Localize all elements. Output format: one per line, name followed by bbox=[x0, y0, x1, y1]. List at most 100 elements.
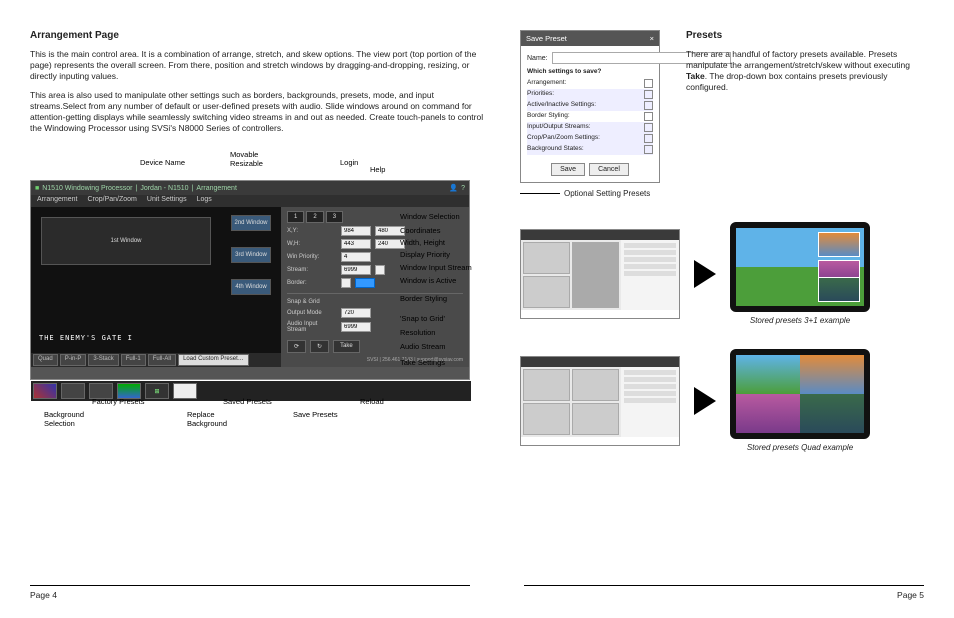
preset-result-1: Stored presets 3+1 example bbox=[730, 222, 870, 325]
callout-coordinates: Coordinates bbox=[400, 226, 440, 235]
callout-saved-presets: Saved Presets bbox=[223, 397, 272, 406]
callout-window-selection: Window Selection bbox=[400, 212, 460, 221]
help-icon[interactable]: ? bbox=[461, 185, 465, 192]
preset-quad[interactable]: Quad bbox=[33, 354, 58, 366]
border-color-swatch[interactable] bbox=[355, 278, 375, 288]
callout-audio-stream: Audio Stream bbox=[400, 342, 445, 351]
window-4[interactable]: 4th Window bbox=[231, 279, 271, 295]
callout-background-selection: Background Selection bbox=[44, 410, 84, 428]
reload-button[interactable]: ↻ bbox=[310, 340, 329, 353]
prio-input[interactable] bbox=[341, 252, 371, 262]
preset-full1[interactable]: Full-1 bbox=[121, 354, 146, 366]
preset-3stack[interactable]: 3-Stack bbox=[88, 354, 118, 366]
callout-replace-bg: Replace Background bbox=[187, 410, 227, 428]
callout-window-active: Window is Active bbox=[400, 276, 456, 285]
callout-reload: Reload bbox=[360, 397, 384, 406]
w-input[interactable] bbox=[341, 239, 371, 249]
example-row-2: Stored presets Quad example bbox=[520, 349, 924, 452]
callout-login: Login bbox=[340, 158, 358, 167]
right-column: Save Preset × Name: Which settings to sav… bbox=[520, 30, 924, 588]
dialog-cancel-button[interactable]: Cancel bbox=[589, 163, 629, 176]
banner-text: THE ENEMY'S GATE I bbox=[31, 329, 281, 347]
dialog-title: Save Preset bbox=[526, 34, 567, 43]
wh-label: W,H: bbox=[287, 241, 337, 247]
callout-display-priority: Display Priority bbox=[400, 250, 450, 259]
border-checkbox[interactable] bbox=[341, 278, 351, 288]
opt-cpz-check[interactable] bbox=[644, 134, 653, 143]
close-icon[interactable]: × bbox=[650, 34, 654, 43]
caption-1: Stored presets 3+1 example bbox=[730, 316, 870, 325]
outmode-input[interactable] bbox=[341, 308, 371, 318]
preset-pinp[interactable]: P-in-P bbox=[60, 354, 87, 366]
stream-input[interactable] bbox=[341, 265, 371, 275]
load-custom-preset[interactable]: Load Custom Preset… bbox=[178, 354, 249, 366]
bg-thumb-1[interactable] bbox=[33, 383, 57, 399]
opt-priorities: Priorities: bbox=[527, 90, 554, 99]
bg-thumb-add[interactable] bbox=[173, 383, 197, 399]
opt-arrangement-check[interactable] bbox=[644, 79, 653, 88]
opt-border-check[interactable] bbox=[644, 112, 653, 121]
window-3[interactable]: 3rd Window bbox=[231, 247, 271, 263]
opt-io-check[interactable] bbox=[644, 123, 653, 132]
arrow-icon bbox=[694, 260, 716, 288]
caption-2: Stored presets Quad example bbox=[730, 443, 870, 452]
opt-active-check[interactable] bbox=[644, 101, 653, 110]
arrow-icon bbox=[694, 387, 716, 415]
callout-resolution: Resolution bbox=[400, 328, 435, 337]
outmode-label: Output Mode bbox=[287, 310, 337, 316]
callout-factory-presets: Factory Presets bbox=[92, 397, 145, 406]
xy-label: X,Y: bbox=[287, 228, 337, 234]
callout-snap: 'Snap to Grid' bbox=[400, 314, 445, 323]
tab-2[interactable]: 2 bbox=[306, 211, 323, 223]
prio-label: Win Priority: bbox=[287, 254, 337, 260]
bg-thumb-2[interactable] bbox=[61, 383, 85, 399]
optional-setting-label: Optional Setting Presets bbox=[564, 189, 650, 198]
callout-help: Help bbox=[370, 165, 385, 174]
menu-logs[interactable]: Logs bbox=[197, 196, 212, 206]
menu-arrangement[interactable]: Arrangement bbox=[37, 196, 77, 206]
opt-active: Active/Inactive Settings: bbox=[527, 101, 596, 110]
window-1[interactable]: 1st Window bbox=[41, 217, 211, 265]
bg-thumb-5[interactable]: ⊞ bbox=[145, 383, 169, 399]
save-preset-dialog: Save Preset × Name: Which settings to sav… bbox=[520, 30, 660, 183]
tab-1[interactable]: 1 bbox=[287, 211, 304, 223]
arrangement-heading: Arrangement Page bbox=[30, 30, 490, 41]
audio-input[interactable] bbox=[341, 322, 371, 332]
example-row-1: Stored presets 3+1 example bbox=[520, 222, 924, 325]
arrangement-para2: This area is also used to manipulate oth… bbox=[30, 90, 490, 134]
title-prefix: N1510 Windowing Processor bbox=[42, 185, 132, 192]
opt-priorities-check[interactable] bbox=[644, 90, 653, 99]
active-checkbox[interactable] bbox=[375, 265, 385, 275]
app-menubar: Arrangement Crop/Pan/Zoom Unit Settings … bbox=[31, 195, 469, 207]
dialog-save-button[interactable]: Save bbox=[551, 163, 585, 176]
tab-3[interactable]: 3 bbox=[326, 211, 343, 223]
stream-label: Stream: bbox=[287, 267, 337, 273]
presets-bar: Quad P-in-P 3-Stack Full-1 Full-All Load… bbox=[31, 353, 281, 367]
preset-result-2: Stored presets Quad example bbox=[730, 349, 870, 452]
opt-bg: Background States: bbox=[527, 145, 584, 154]
preset-source-2 bbox=[520, 356, 680, 446]
footer-left: Page 4 bbox=[30, 585, 470, 600]
name-label: Name: bbox=[527, 55, 548, 62]
footer-right: Page 5 bbox=[524, 585, 924, 600]
preset-fullall[interactable]: Full-All bbox=[148, 354, 176, 366]
callout-border-styling: Border Styling bbox=[400, 294, 447, 303]
take-button[interactable]: Take bbox=[333, 340, 360, 353]
x-input[interactable] bbox=[341, 226, 371, 236]
opt-border: Border Styling: bbox=[527, 112, 570, 121]
login-icon[interactable]: 👤 bbox=[449, 184, 458, 192]
save-button[interactable]: ⟳ bbox=[287, 340, 306, 353]
snap-label: Snap & Grid bbox=[287, 299, 337, 305]
settings-question: Which settings to save? bbox=[527, 68, 653, 75]
menu-unit[interactable]: Unit Settings bbox=[147, 196, 187, 206]
window-2[interactable]: 2nd Window bbox=[231, 215, 271, 231]
opt-bg-check[interactable] bbox=[644, 145, 653, 154]
viewport[interactable]: 1st Window 2nd Window 3rd Window 4th Win… bbox=[31, 207, 281, 367]
preset-source-1 bbox=[520, 229, 680, 319]
presets-para: There are a handful of factory presets a… bbox=[686, 49, 924, 93]
menu-crop[interactable]: Crop/Pan/Zoom bbox=[87, 196, 136, 206]
callout-device-name: Device Name bbox=[140, 158, 185, 167]
callout-save-presets: Save Presets bbox=[293, 410, 338, 419]
opt-io-streams: Input/Output Streams: bbox=[527, 123, 591, 132]
arrangement-para1: This is the main control area. It is a c… bbox=[30, 49, 490, 82]
